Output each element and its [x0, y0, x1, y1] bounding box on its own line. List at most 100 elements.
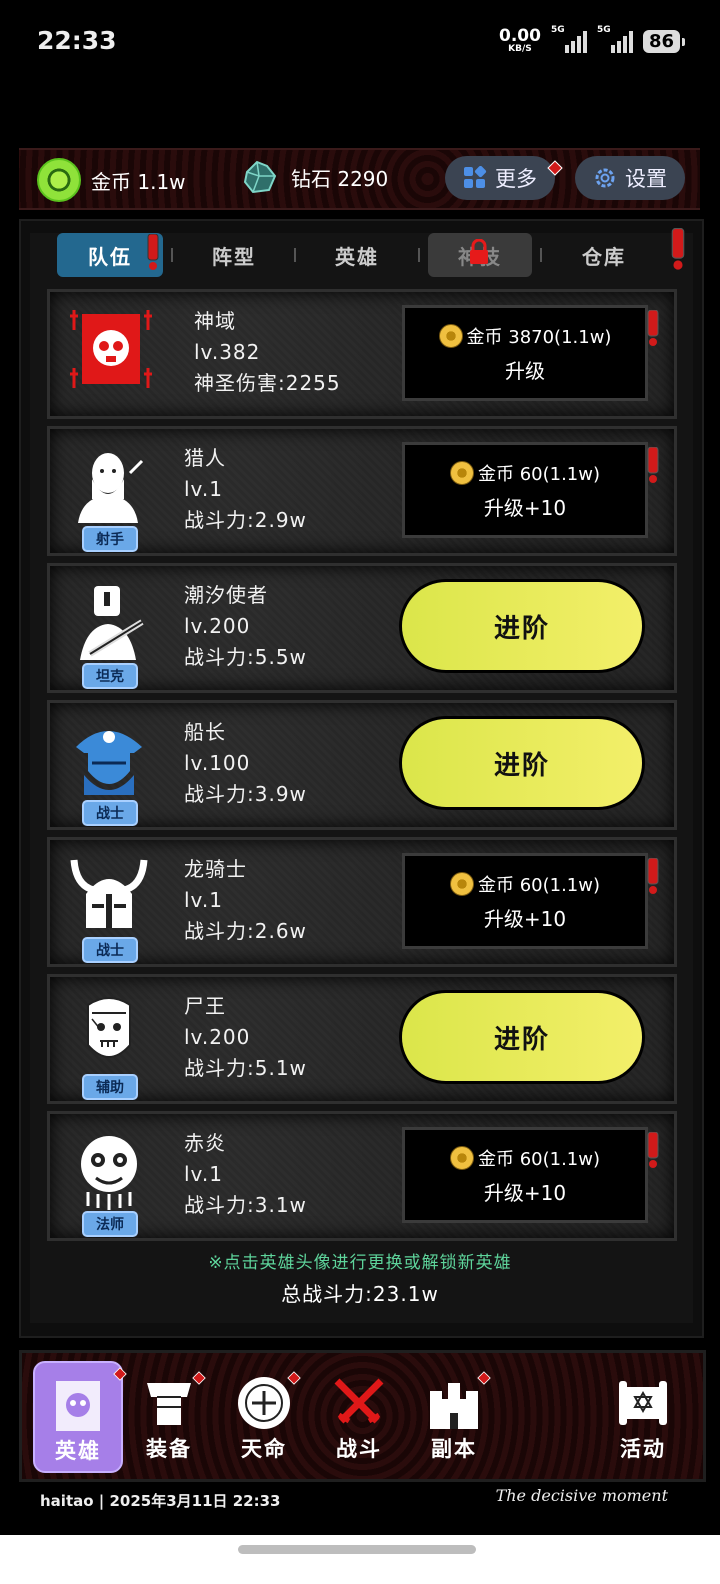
hero-level: lv.200: [184, 614, 251, 638]
advance-button[interactable]: 进阶: [402, 582, 642, 670]
gold-coin-icon: [449, 871, 474, 896]
hero-level: lv.382: [194, 340, 261, 364]
upgrade-button[interactable]: 金币 3870(1.1w) 升级: [402, 305, 648, 401]
alert-diamond-icon: [113, 1367, 127, 1381]
alert-diamond-icon: [477, 1371, 491, 1385]
hero-stat: 战斗力:5.1w: [184, 1056, 307, 1080]
gold-resource: 金币 1.1w: [37, 158, 186, 202]
advance-button[interactable]: 进阶: [402, 993, 642, 1081]
nav-equipment[interactable]: 装备: [126, 1361, 212, 1469]
more-button[interactable]: 更多: [445, 156, 563, 200]
hero-name: 猎人: [184, 446, 226, 470]
hero-name: 赤炎: [184, 1131, 226, 1155]
role-badge: 战士: [82, 800, 138, 826]
tab-heroes[interactable]: 英雄: [305, 233, 409, 277]
alert-diamond-icon: [287, 1371, 301, 1385]
home-indicator[interactable]: [238, 1545, 476, 1554]
hero-name: 尸王: [184, 994, 226, 1018]
hero-card: 法师 赤炎 lv.1 战斗力:3.1w 金币 60(1.1w) 升级+10: [47, 1111, 677, 1241]
lock-icon: [470, 239, 488, 264]
alert-exclamation-icon: [671, 228, 685, 270]
signature: The decisive moment: [495, 1486, 668, 1505]
hero-info: 神域 lv.382 神圣伤害:2255: [194, 306, 341, 399]
role-badge: 辅助: [82, 1074, 138, 1100]
hero-level: lv.200: [184, 1025, 251, 1049]
castle-icon: [430, 1383, 478, 1429]
photo-watermark: haitao | 2025年3月11日 22:33: [40, 1492, 281, 1510]
viking-helmet-icon[interactable]: [70, 854, 148, 938]
upgrade-button[interactable]: 金币 60(1.1w) 升级+10: [402, 442, 648, 538]
hero-level: lv.1: [184, 888, 223, 912]
signal-icon: 5G: [551, 25, 587, 53]
upgrade-button[interactable]: 金币 60(1.1w) 升级+10: [402, 1127, 648, 1223]
hero-level: lv.100: [184, 751, 251, 775]
hunter-icon[interactable]: [70, 443, 148, 527]
hero-info: 猎人 lv.1 战斗力:2.9w: [184, 443, 307, 536]
bottom-nav: 英雄 装备 天命 战斗 副本 活动: [19, 1350, 706, 1482]
hero-card: 神域 lv.382 神圣伤害:2255 金币 3870(1.1w) 升级: [47, 289, 677, 419]
hero-card: 战士 龙骑士 lv.1 战斗力:2.6w 金币 60(1.1w) 升级+10: [47, 837, 677, 967]
diamond-resource: 钻石 2290: [241, 158, 388, 196]
diamond-icon: [243, 160, 277, 194]
upgrade-button[interactable]: 金币 60(1.1w) 升级+10: [402, 853, 648, 949]
role-badge: 射手: [82, 526, 138, 552]
status-time: 22:33: [37, 26, 117, 55]
hero-info: 船长 lv.100 战斗力:3.9w: [184, 717, 307, 810]
hero-card: 射手 猎人 lv.1 战斗力:2.9w 金币 60(1.1w) 升级+10: [47, 426, 677, 556]
tab-warehouse[interactable]: 仓库: [552, 233, 656, 277]
hero-info: 赤炎 lv.1 战斗力:3.1w: [184, 1128, 307, 1221]
armor-icon: [147, 1383, 191, 1425]
tide-knight-icon[interactable]: [70, 580, 148, 664]
alert-diamond-icon: [192, 1371, 206, 1385]
pirate-captain-icon[interactable]: [70, 717, 148, 801]
hero-card: 辅助 尸王 lv.200 战斗力:5.1w 进阶: [47, 974, 677, 1104]
skull-totem-icon[interactable]: [70, 306, 152, 392]
gold-coin-icon: [37, 158, 81, 202]
role-badge: 战士: [82, 937, 138, 963]
lion-mask-icon[interactable]: [70, 1128, 148, 1212]
alert-exclamation-icon: [647, 310, 659, 346]
hero-level: lv.1: [184, 477, 223, 501]
net-speed: 0.00 KB/S: [498, 26, 541, 54]
destiny-icon: [238, 1377, 290, 1429]
hero-level: lv.1: [184, 1162, 223, 1186]
nav-events[interactable]: 活动: [600, 1361, 686, 1469]
tab-formation[interactable]: 阵型: [182, 233, 286, 277]
resource-bar: 金币 1.1w 钻石 2290 更多 设置: [19, 148, 700, 210]
hero-stat: 战斗力:5.5w: [184, 645, 307, 669]
scroll-icon: [619, 1381, 667, 1425]
hero-card: 战士 船长 lv.100 战斗力:3.9w 进阶: [47, 700, 677, 830]
hero-card: 坦克 潮汐使者 lv.200 战斗力:5.5w 进阶: [47, 563, 677, 693]
alert-exclamation-icon: [647, 858, 659, 894]
nav-dungeon[interactable]: 副本: [411, 1361, 497, 1469]
nav-battle[interactable]: 战斗: [316, 1361, 402, 1469]
status-bar: 22:33 0.00 KB/S 5G 5G 86: [0, 0, 720, 90]
hero-info: 潮汐使者 lv.200 战斗力:5.5w: [184, 580, 307, 673]
role-badge: 法师: [82, 1211, 138, 1237]
hero-icon: [56, 1381, 100, 1431]
gold-coin-icon: [438, 323, 463, 348]
gear-icon: [595, 168, 615, 188]
nav-heroes[interactable]: 英雄: [33, 1361, 127, 1473]
hero-stat: 神圣伤害:2255: [194, 371, 341, 395]
hint-text: ※点击英雄头像进行更换或解锁新英雄: [208, 1253, 512, 1273]
hero-name: 龙骑士: [184, 857, 247, 881]
hero-stat: 战斗力:2.9w: [184, 508, 307, 532]
settings-button[interactable]: 设置: [575, 156, 685, 200]
alert-exclamation-icon: [647, 1132, 659, 1168]
gesture-bar-area: [0, 1535, 720, 1584]
gold-coin-icon: [449, 1145, 474, 1170]
hero-name: 潮汐使者: [184, 583, 268, 607]
zombie-king-icon[interactable]: [70, 991, 148, 1075]
hero-stat: 战斗力:3.9w: [184, 782, 307, 806]
hero-name: 船长: [184, 720, 226, 744]
nav-destiny[interactable]: 天命: [221, 1361, 307, 1469]
apps-icon: [464, 166, 487, 188]
hero-name: 神域: [194, 309, 236, 333]
role-badge: 坦克: [82, 663, 138, 689]
hero-info: 龙骑士 lv.1 战斗力:2.6w: [184, 854, 307, 947]
hero-stat: 战斗力:2.6w: [184, 919, 307, 943]
crossed-swords-icon: [334, 1378, 384, 1424]
hero-stat: 战斗力:3.1w: [184, 1193, 307, 1217]
advance-button[interactable]: 进阶: [402, 719, 642, 807]
